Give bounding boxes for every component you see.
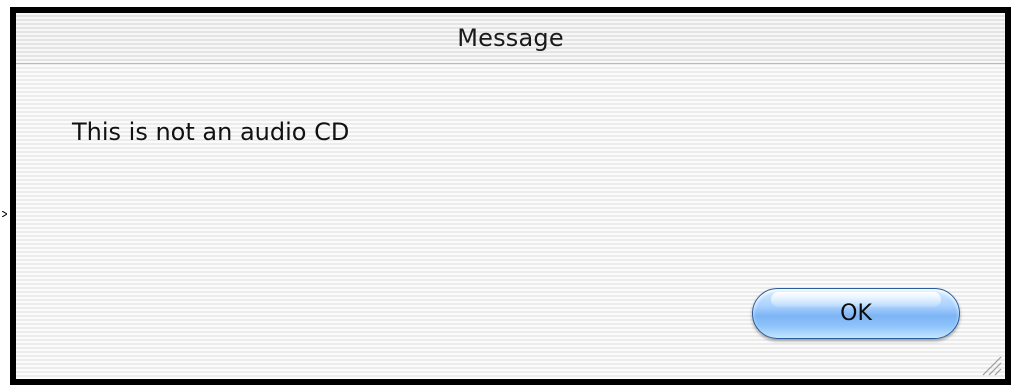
window-title: Message <box>457 24 564 52</box>
ok-button-label: OK <box>840 301 872 326</box>
resize-grip-icon[interactable] <box>979 353 1003 377</box>
ok-button[interactable]: OK <box>752 288 960 339</box>
title-bar[interactable]: Message <box>16 13 1005 64</box>
message-text: This is not an audio CD <box>72 118 350 146</box>
message-dialog: Message This is not an audio CD OK <box>10 7 1011 385</box>
edge-tick-mark <box>2 211 7 217</box>
